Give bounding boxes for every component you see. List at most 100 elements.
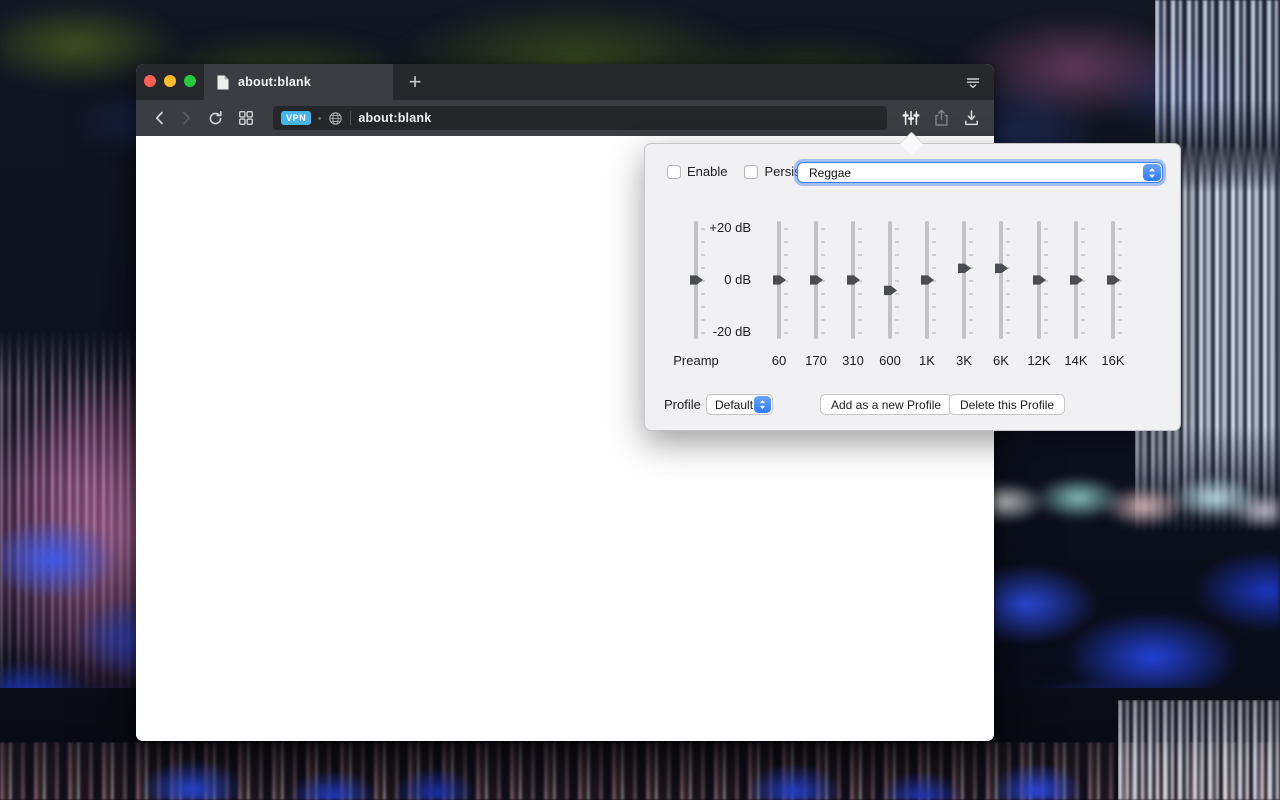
slider-tick — [821, 254, 825, 256]
slider-tick — [858, 254, 862, 256]
slider-tick — [784, 332, 788, 334]
slider-tick — [858, 241, 862, 243]
vpn-badge[interactable]: VPN — [281, 111, 311, 125]
slider-tick — [895, 241, 899, 243]
slider-tick — [701, 319, 705, 321]
url-text[interactable]: about:blank — [358, 111, 431, 125]
url-separator-dot — [318, 117, 321, 120]
slider-thumb-310[interactable] — [847, 274, 860, 287]
slider-tick — [701, 228, 705, 230]
slider-tick — [821, 241, 825, 243]
slider-tick — [821, 319, 825, 321]
slider-tick — [701, 293, 705, 295]
slider-tick — [1006, 319, 1010, 321]
slider-thumb-60[interactable] — [773, 274, 786, 287]
delete-profile-button[interactable]: Delete this Profile — [949, 394, 1065, 415]
slider-tick — [784, 306, 788, 308]
slider-tick — [895, 319, 899, 321]
slider-thumb-16K[interactable] — [1107, 274, 1120, 287]
slider-tick — [932, 228, 936, 230]
share-icon[interactable] — [932, 109, 950, 127]
globe-icon[interactable] — [328, 111, 343, 126]
slider-tick — [932, 306, 936, 308]
slider-tick — [1006, 280, 1010, 282]
close-window-button[interactable] — [144, 75, 156, 87]
eq-slider-Preamp[interactable]: Preamp — [678, 221, 714, 381]
slider-tick — [1081, 332, 1085, 334]
slider-thumb-3K[interactable] — [958, 262, 971, 275]
profile-select[interactable]: Default — [706, 394, 773, 415]
slider-tick — [895, 254, 899, 256]
slider-tick — [969, 293, 973, 295]
slider-tick — [1006, 293, 1010, 295]
slider-tick — [784, 267, 788, 269]
address-bar[interactable]: VPN about:blank — [273, 106, 887, 130]
slider-tick — [1081, 293, 1085, 295]
slider-tick — [969, 254, 973, 256]
slider-tick — [1081, 306, 1085, 308]
slider-thumb-Preamp[interactable] — [690, 274, 703, 287]
equalizer-icon[interactable] — [902, 109, 920, 127]
slider-tick — [821, 306, 825, 308]
slider-thumb-6K[interactable] — [995, 262, 1008, 275]
slider-tick — [1006, 254, 1010, 256]
slider-tick — [1081, 254, 1085, 256]
slider-tick — [895, 267, 899, 269]
slider-tick — [1006, 332, 1010, 334]
url-divider — [350, 111, 351, 125]
slider-tick — [821, 267, 825, 269]
slider-tick — [932, 267, 936, 269]
slider-tick — [932, 293, 936, 295]
slider-tick — [1118, 319, 1122, 321]
slider-tick — [1118, 267, 1122, 269]
slider-tick — [858, 319, 862, 321]
slider-tick — [701, 241, 705, 243]
slider-tick — [821, 228, 825, 230]
slider-tick — [932, 319, 936, 321]
slider-tick — [1006, 228, 1010, 230]
slider-tick — [784, 228, 788, 230]
add-profile-button[interactable]: Add as a new Profile — [820, 394, 952, 415]
slider-tick — [932, 254, 936, 256]
slider-thumb-1K[interactable] — [921, 274, 934, 287]
back-icon[interactable] — [151, 109, 169, 127]
slider-thumb-170[interactable] — [810, 274, 823, 287]
new-tab-button[interactable]: + — [398, 64, 432, 100]
slider-thumb-600[interactable] — [884, 284, 897, 297]
eq-sliders: +20 dB 0 dB -20 dB Preamp601703106001K3K… — [645, 144, 1180, 430]
zoom-window-button[interactable] — [184, 75, 196, 87]
slider-tick — [1118, 332, 1122, 334]
slider-tick — [969, 241, 973, 243]
slider-track[interactable] — [888, 221, 892, 339]
tab-bar: about:blank + — [136, 64, 994, 100]
tab-about-blank[interactable]: about:blank — [204, 64, 393, 100]
slider-track[interactable] — [999, 221, 1003, 339]
slider-tick — [858, 332, 862, 334]
slider-tick — [784, 319, 788, 321]
profile-row: Profile Default Add as a new Profile Del… — [664, 394, 701, 415]
slider-tick — [1081, 241, 1085, 243]
tab-menu-icon[interactable] — [960, 70, 986, 94]
slider-tick — [1006, 306, 1010, 308]
slider-tick — [1044, 267, 1048, 269]
slider-tick — [858, 306, 862, 308]
slider-tick — [1044, 306, 1048, 308]
navigation-toolbar: VPN about:blank — [136, 100, 994, 136]
forward-icon — [177, 109, 195, 127]
eq-slider-16K[interactable]: 16K — [1095, 221, 1131, 381]
slider-tick — [858, 293, 862, 295]
slider-tick — [1081, 267, 1085, 269]
slider-tick — [895, 228, 899, 230]
minimize-window-button[interactable] — [164, 75, 176, 87]
download-icon[interactable] — [962, 109, 980, 127]
slider-thumb-14K[interactable] — [1070, 274, 1083, 287]
slider-track[interactable] — [962, 221, 966, 339]
speed-dial-grid-icon[interactable] — [237, 109, 255, 127]
slider-tick — [969, 319, 973, 321]
slider-thumb-12K[interactable] — [1033, 274, 1046, 287]
slider-tick — [969, 228, 973, 230]
slider-label: 16K — [1085, 353, 1141, 368]
slider-tick — [784, 241, 788, 243]
reload-icon[interactable] — [206, 109, 224, 127]
slider-tick — [701, 254, 705, 256]
